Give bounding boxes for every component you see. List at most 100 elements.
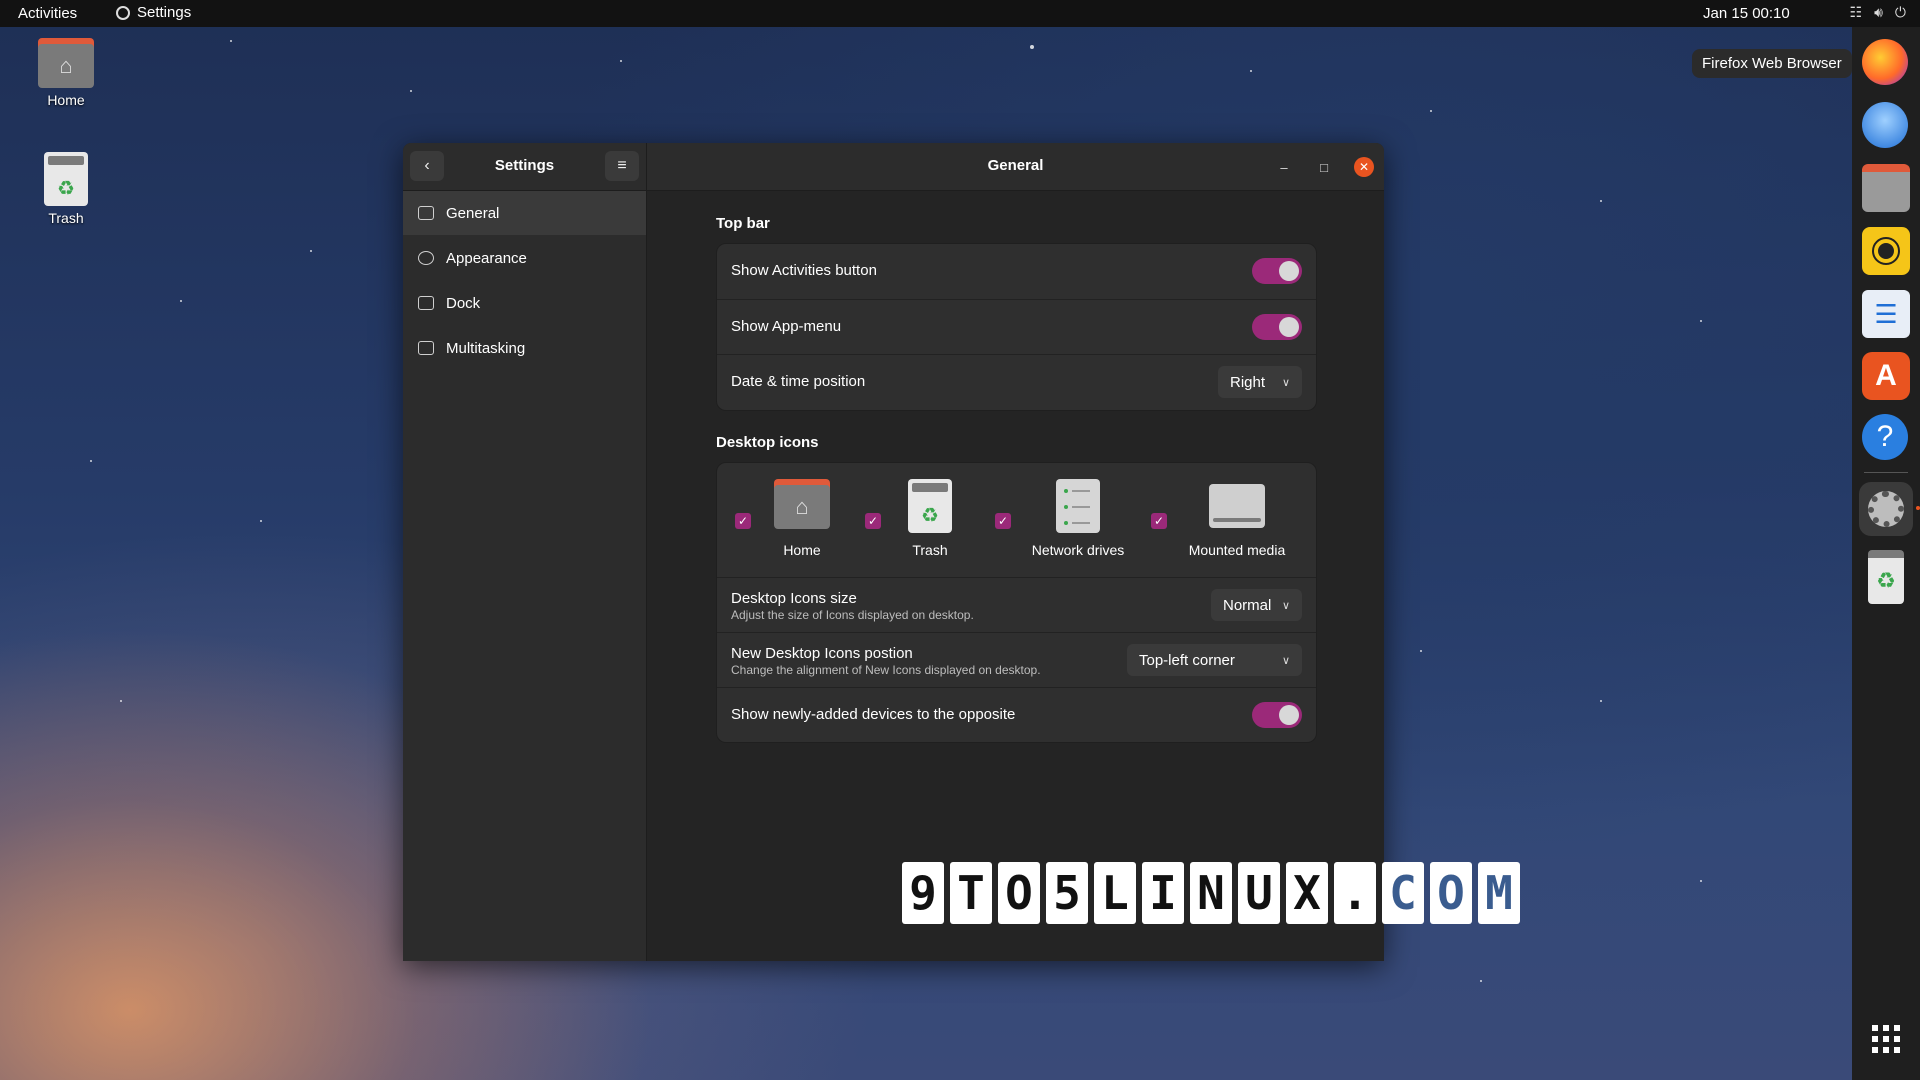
home-checkbox[interactable]: ✓ xyxy=(735,513,751,529)
sidebar-item-dock[interactable]: Dock xyxy=(403,281,646,325)
watermark-char: X xyxy=(1286,862,1328,924)
show-apps-icon[interactable] xyxy=(1872,1025,1900,1053)
option-label: Network drives xyxy=(1031,542,1125,558)
row-label: Date & time position xyxy=(731,373,866,390)
network-drives-option: Network drives xyxy=(1013,479,1143,558)
opposite-row: Show newly-added devices to the opposite xyxy=(717,687,1316,742)
desktop-icons-card: ✓ ⌂ Home ✓ ♻ Trash ✓ Network drives ✓ Mo… xyxy=(716,462,1317,743)
sidebar-item-general[interactable]: General xyxy=(403,191,646,235)
icons-size-row: Desktop Icons size Adjust the size of Ic… xyxy=(717,577,1316,632)
mounted-media-checkbox[interactable]: ✓ xyxy=(1151,513,1167,529)
chevron-down-icon: ∨ xyxy=(1281,654,1290,667)
writer-icon[interactable]: ☰ xyxy=(1862,290,1910,338)
close-icon: ✕ xyxy=(1358,160,1370,174)
watermark-char: I xyxy=(1142,862,1184,924)
network-drives-checkbox[interactable]: ✓ xyxy=(995,513,1011,529)
clock[interactable]: Jan 15 00:10 xyxy=(1703,5,1790,22)
sidebar-item-label: General xyxy=(446,204,500,222)
section-title-desktop-icons: Desktop icons xyxy=(716,434,819,451)
firefox-icon[interactable] xyxy=(1862,39,1908,85)
sidebar-item-label: Dock xyxy=(446,294,481,312)
watermark-char: N xyxy=(1190,862,1232,924)
sidebar-item-multitasking[interactable]: Multitasking xyxy=(403,326,646,370)
sidebar-item-label: Appearance xyxy=(446,249,527,267)
sidebar-item-appearance[interactable]: Appearance xyxy=(403,236,646,280)
watermark-char: 9 xyxy=(902,862,944,924)
dock-separator xyxy=(1864,472,1908,473)
trash-icon: ♻ xyxy=(908,479,952,533)
row-label: Show Activities button xyxy=(731,262,877,279)
watermark-char: L xyxy=(1094,862,1136,924)
dropdown-value: Top-left corner xyxy=(1139,651,1235,669)
watermark-char: M xyxy=(1478,862,1520,924)
date-time-row: Date & time position Right ∨ xyxy=(717,354,1316,409)
settings-window: ‹ Settings ≡ General Appearance Dock Mul… xyxy=(403,143,1384,961)
sidebar-header: ‹ Settings ≡ xyxy=(403,143,646,191)
icon-options-row: ✓ ⌂ Home ✓ ♻ Trash ✓ Network drives ✓ Mo… xyxy=(717,463,1316,576)
watermark-char: O xyxy=(1430,862,1472,924)
desktop-home[interactable]: ⌂ Home xyxy=(16,38,116,108)
row-label: Show newly-added devices to the opposite xyxy=(731,706,1016,723)
system-tray[interactable]: ☷ 🔊︎ ⏻ xyxy=(1850,4,1906,21)
chevron-down-icon: ∨ xyxy=(1281,599,1290,612)
show-activities-row: Show Activities button xyxy=(717,244,1316,298)
show-activities-toggle[interactable] xyxy=(1252,258,1302,284)
activities-button[interactable]: Activities xyxy=(18,5,77,22)
icons-position-dropdown[interactable]: Top-left corner ∨ xyxy=(1127,644,1302,676)
dropdown-value: Right xyxy=(1230,373,1266,391)
watermark-char: U xyxy=(1238,862,1280,924)
desktop-trash-label: Trash xyxy=(48,210,84,226)
settings-icon[interactable] xyxy=(1859,482,1913,536)
rhythmbox-icon[interactable] xyxy=(1862,227,1910,275)
dock-trash-icon[interactable]: ♻ xyxy=(1868,550,1904,604)
menu-button[interactable]: ≡ xyxy=(605,151,639,181)
network-icon: ☷ xyxy=(1849,4,1863,20)
gear-icon xyxy=(116,5,130,20)
show-app-menu-row: Show App-menu xyxy=(717,299,1316,354)
app-menu-label: Settings xyxy=(137,4,192,21)
dropdown-value: Normal xyxy=(1223,596,1272,614)
help-icon[interactable]: ? xyxy=(1862,414,1908,460)
row-subtitle: Adjust the size of Icons displayed on de… xyxy=(731,608,974,622)
show-app-menu-toggle[interactable] xyxy=(1252,314,1302,340)
home-option: ⌂ Home xyxy=(757,479,847,558)
dock-tooltip: Firefox Web Browser xyxy=(1692,49,1852,78)
row-label: Desktop Icons size xyxy=(731,590,857,607)
running-indicator xyxy=(1916,506,1920,510)
option-label: Mounted media xyxy=(1188,542,1286,558)
top-bar-card: Show Activities button Show App-menu Dat… xyxy=(716,243,1317,411)
close-button[interactable]: ✕ xyxy=(1354,157,1374,177)
icons-position-row: New Desktop Icons postion Change the ali… xyxy=(717,632,1316,687)
row-subtitle: Change the alignment of New Icons displa… xyxy=(731,663,1041,677)
main-header: General – □ ✕ xyxy=(647,143,1384,191)
software-icon[interactable]: A xyxy=(1862,352,1910,400)
minimize-button[interactable]: – xyxy=(1274,157,1294,177)
thunderbird-icon[interactable] xyxy=(1862,102,1908,148)
files-icon[interactable] xyxy=(1862,164,1910,212)
app-menu[interactable]: Settings xyxy=(116,4,191,21)
dock-icon xyxy=(418,296,434,310)
date-time-dropdown[interactable]: Right ∨ xyxy=(1218,366,1302,398)
volume-icon: 🔊︎ xyxy=(1874,4,1883,20)
icons-size-dropdown[interactable]: Normal ∨ xyxy=(1211,589,1302,621)
maximize-button[interactable]: □ xyxy=(1314,157,1334,177)
watermark-char: T xyxy=(950,862,992,924)
trash-option: ♻ Trash xyxy=(885,479,975,558)
option-label: Trash xyxy=(912,542,948,558)
opposite-toggle[interactable] xyxy=(1252,702,1302,728)
home-folder-icon: ⌂ xyxy=(38,38,94,88)
watermark-char: O xyxy=(998,862,1040,924)
toggles-icon xyxy=(418,206,434,220)
row-label: New Desktop Icons postion xyxy=(731,645,913,662)
network-drive-icon xyxy=(1056,479,1100,533)
dock: ☰ A ? ♻ xyxy=(1852,27,1920,1080)
trash-checkbox[interactable]: ✓ xyxy=(865,513,881,529)
home-folder-icon: ⌂ xyxy=(774,479,830,529)
palette-icon xyxy=(418,251,434,265)
desktop-trash[interactable]: ♻ Trash xyxy=(16,152,116,226)
main-panel: General – □ ✕ Top bar Show Activities bu… xyxy=(647,143,1384,961)
sidebar-item-label: Multitasking xyxy=(446,339,526,357)
watermark: 9 T O 5 L I N U X . C O M xyxy=(902,862,1520,924)
mounted-media-option: Mounted media xyxy=(1172,479,1302,558)
watermark-char: . xyxy=(1334,862,1376,924)
